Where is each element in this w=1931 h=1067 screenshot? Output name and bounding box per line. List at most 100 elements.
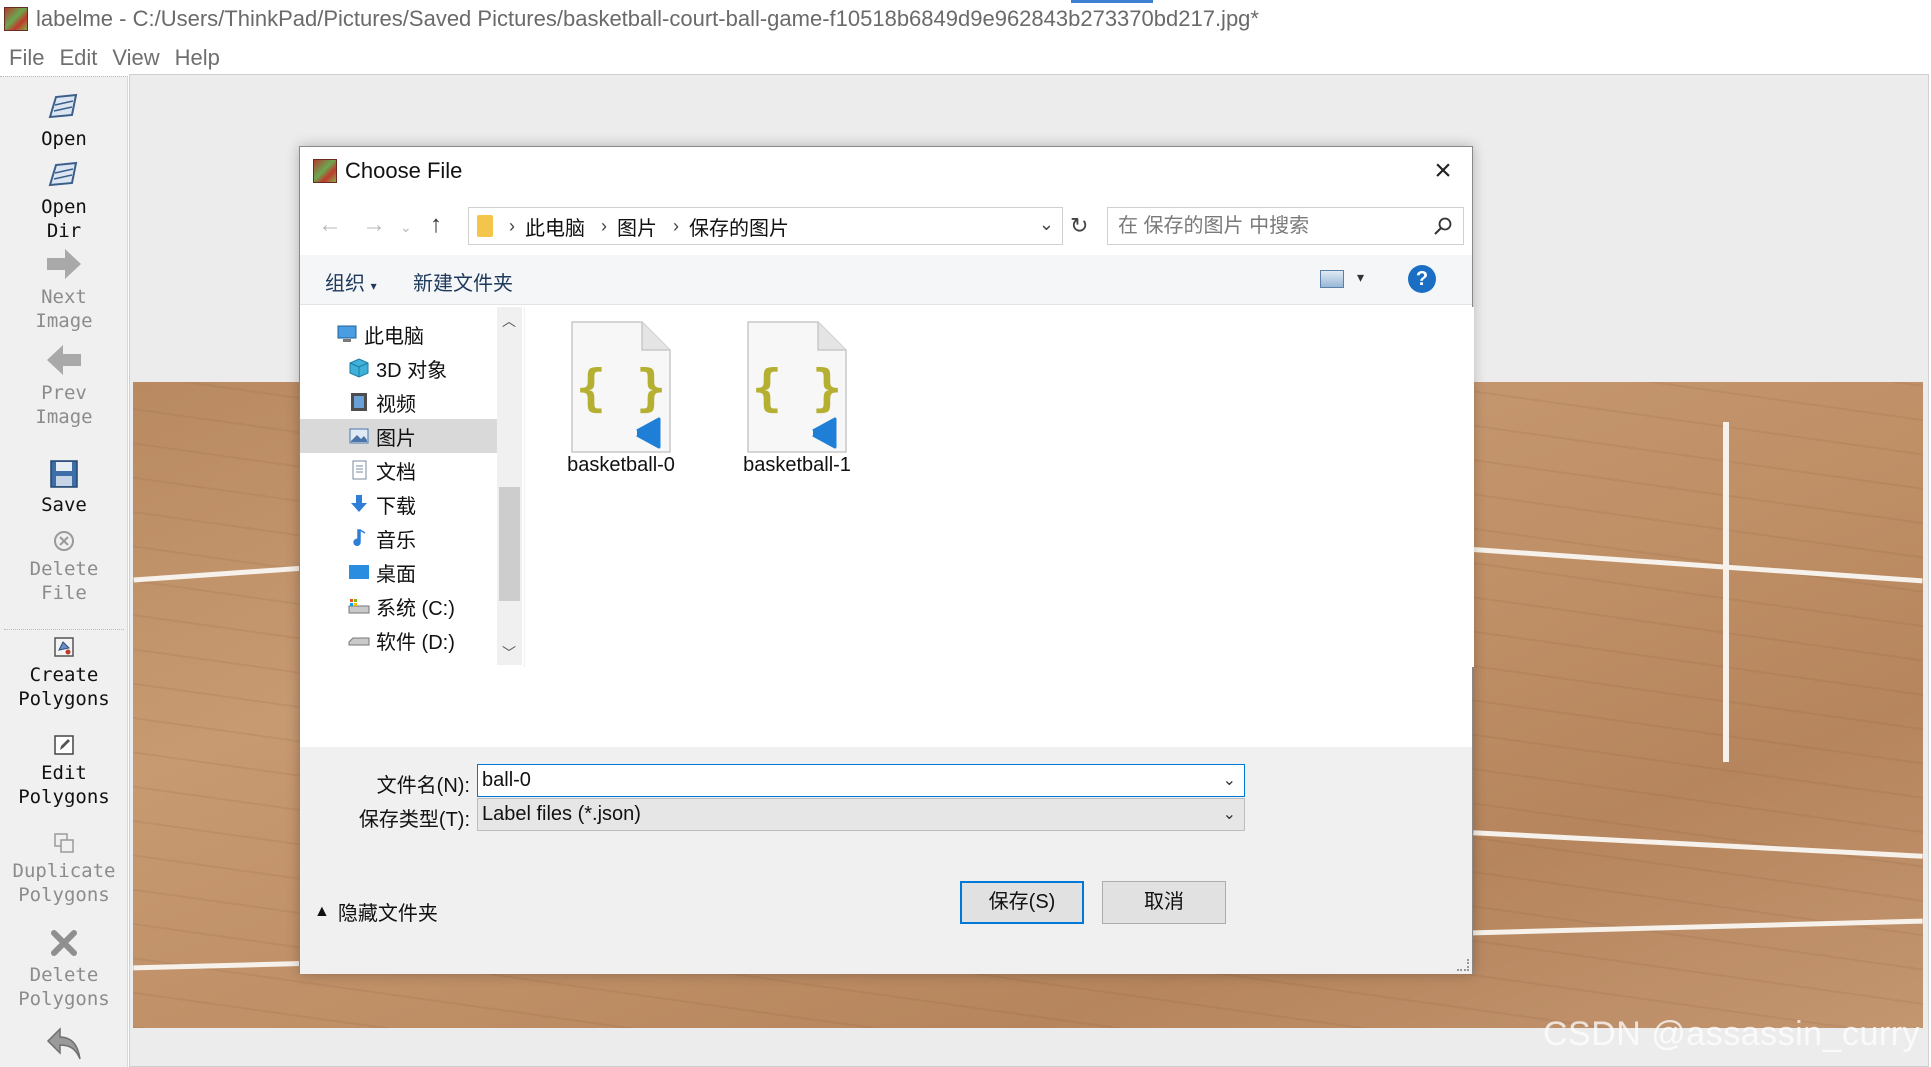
documents-icon (352, 460, 367, 480)
filetype-select[interactable]: Label files (*.json) ⌄ (477, 798, 1245, 831)
nav-item-pictures[interactable]: 图片 (300, 419, 497, 453)
menu-file[interactable]: File (9, 45, 44, 71)
file-item[interactable]: { } basketball-1 (727, 321, 867, 491)
nav-label: 图片 (376, 427, 416, 450)
resize-grip-icon[interactable] (1457, 959, 1469, 971)
save-options-panel: 文件名(N): ⌄ 保存类型(T): Label files (*.json) … (300, 747, 1472, 974)
file-item[interactable]: { } basketball-0 (551, 321, 691, 491)
close-icon[interactable]: × (1428, 156, 1458, 187)
breadcrumb-separator-icon: › (601, 215, 607, 236)
nav-item-3d-objects[interactable]: 3D 对象 (300, 351, 497, 385)
create-polygons-button[interactable]: Create Polygons (0, 635, 128, 711)
watermark-text: CSDN @assassin_curry (1543, 1015, 1921, 1053)
menu-help[interactable]: Help (175, 45, 220, 71)
create-polygon-icon (54, 637, 74, 657)
nav-label: 系统 (C:) (376, 597, 455, 620)
filename-combobox[interactable]: ⌄ (477, 764, 1245, 797)
search-box[interactable] (1107, 207, 1464, 245)
save-file-button[interactable]: 保存(S) (960, 881, 1084, 924)
help-icon[interactable]: ? (1408, 265, 1436, 293)
view-options-caret-icon[interactable]: ▾ (1357, 269, 1364, 286)
nav-label: 文档 (376, 461, 416, 484)
floppy-disk-icon (50, 460, 78, 488)
nav-item-this-pc[interactable]: 此电脑 (300, 317, 497, 351)
menu-bar: File Edit View Help (0, 40, 226, 76)
breadcrumb-this-pc[interactable]: 此电脑 (525, 212, 585, 241)
filename-input[interactable] (478, 765, 1198, 796)
search-input[interactable] (1108, 208, 1408, 244)
filename-dropdown-chevron-icon[interactable]: ⌄ (1223, 770, 1236, 790)
nav-item-drive-c[interactable]: 系统 (C:) (300, 589, 497, 623)
hide-folders-label: 隐藏文件夹 (337, 903, 438, 925)
view-options-icon[interactable] (1320, 270, 1344, 288)
scrollbar-thumb[interactable] (499, 487, 520, 601)
scroll-up-arrow-icon[interactable]: ︿ (502, 311, 516, 331)
delete-file-button[interactable]: Delete File (0, 529, 128, 605)
duplicate-icon (54, 833, 74, 853)
svg-text:{ }: { } (752, 359, 842, 417)
nav-pane-scrollbar[interactable]: ︿ ﹀ (497, 307, 522, 665)
recent-locations-chevron-icon[interactable]: ⌄ (400, 219, 412, 236)
organize-menu[interactable]: 组织 ▾ (325, 267, 377, 296)
nav-item-music[interactable]: 音乐 (300, 521, 497, 555)
nav-item-documents[interactable]: 文档 (300, 453, 497, 487)
navigation-pane: 此电脑 3D 对象 视频 图片 文档 下载 音乐 桌面 系统 (C:) 软件 (… (300, 307, 522, 747)
address-dropdown-chevron-icon[interactable]: ⌄ (1039, 214, 1054, 235)
menu-edit[interactable]: Edit (59, 45, 97, 71)
download-icon (351, 495, 367, 512)
json-file-icon: { } (747, 321, 847, 453)
duplicate-polygons-button[interactable]: Duplicate Polygons (0, 831, 128, 907)
toolbar-separator (4, 629, 124, 630)
next-arrow-icon (47, 249, 81, 279)
up-arrow-icon[interactable]: ↑ (430, 211, 442, 239)
breadcrumb-saved-pictures[interactable]: 保存的图片 (689, 212, 789, 241)
nav-label: 视频 (376, 393, 416, 416)
filetype-label: 保存类型(T): (358, 809, 470, 831)
save-label: Save (41, 494, 87, 516)
save-button[interactable]: Save (0, 459, 128, 517)
search-icon[interactable] (1433, 216, 1453, 236)
back-arrow-icon[interactable]: ← (318, 211, 342, 239)
prev-image-button[interactable]: Prev Image (0, 343, 128, 429)
delete-polygons-button[interactable]: Delete Polygons (0, 927, 128, 1011)
address-bar[interactable]: › 此电脑 › 图片 › 保存的图片 ⌄ (468, 207, 1063, 245)
open-dir-label: Open Dir (41, 196, 87, 242)
folder-icon (477, 215, 493, 237)
delete-circle-icon (54, 531, 74, 551)
organize-caret-icon: ▾ (370, 279, 377, 293)
nav-label: 3D 对象 (376, 359, 448, 382)
nav-item-videos[interactable]: 视频 (300, 385, 497, 419)
navigation-row: ← → ⌄ ↑ › 此电脑 › 图片 › 保存的图片 ⌄ ↻ (300, 203, 1472, 247)
file-list-pane: { } basketball-0 { } basketball-1 (524, 307, 1474, 667)
filename-label: 文件名(N): (376, 775, 470, 797)
nav-item-desktop[interactable]: 桌面 (300, 555, 497, 589)
filetype-dropdown-chevron-icon[interactable]: ⌄ (1223, 804, 1236, 824)
hide-folders-toggle[interactable]: ▲ 隐藏文件夹 (314, 897, 438, 926)
breadcrumb-separator-icon: › (509, 215, 515, 236)
organize-label: 组织 (325, 273, 365, 295)
breadcrumb-pictures[interactable]: 图片 (617, 212, 657, 241)
forward-arrow-icon[interactable]: → (362, 211, 386, 239)
music-icon (353, 529, 366, 547)
dialog-app-icon (313, 159, 337, 183)
refresh-icon[interactable]: ↻ (1070, 213, 1088, 239)
prev-arrow-icon (47, 345, 81, 375)
drive-c-icon (348, 599, 370, 614)
nav-item-downloads[interactable]: 下载 (300, 487, 497, 521)
menu-view[interactable]: View (112, 45, 159, 71)
open-dir-button[interactable]: Open Dir (0, 159, 128, 243)
new-folder-button[interactable]: 新建文件夹 (413, 267, 513, 296)
computer-icon (337, 325, 357, 342)
scroll-down-arrow-icon[interactable]: ﹀ (502, 643, 516, 663)
undo-button[interactable] (0, 1025, 128, 1067)
open-button[interactable]: Open (0, 91, 128, 151)
nav-item-drive-d[interactable]: 软件 (D:) (300, 623, 497, 657)
3d-objects-icon (349, 358, 369, 378)
next-image-button[interactable]: Next Image (0, 247, 128, 333)
court-line (1473, 830, 1923, 859)
open-icon (48, 93, 78, 119)
undo-arrow-icon (46, 1027, 81, 1060)
edit-polygons-button[interactable]: Edit Polygons (0, 733, 128, 809)
cancel-button[interactable]: 取消 (1102, 881, 1226, 924)
labelme-app-icon (4, 7, 28, 31)
